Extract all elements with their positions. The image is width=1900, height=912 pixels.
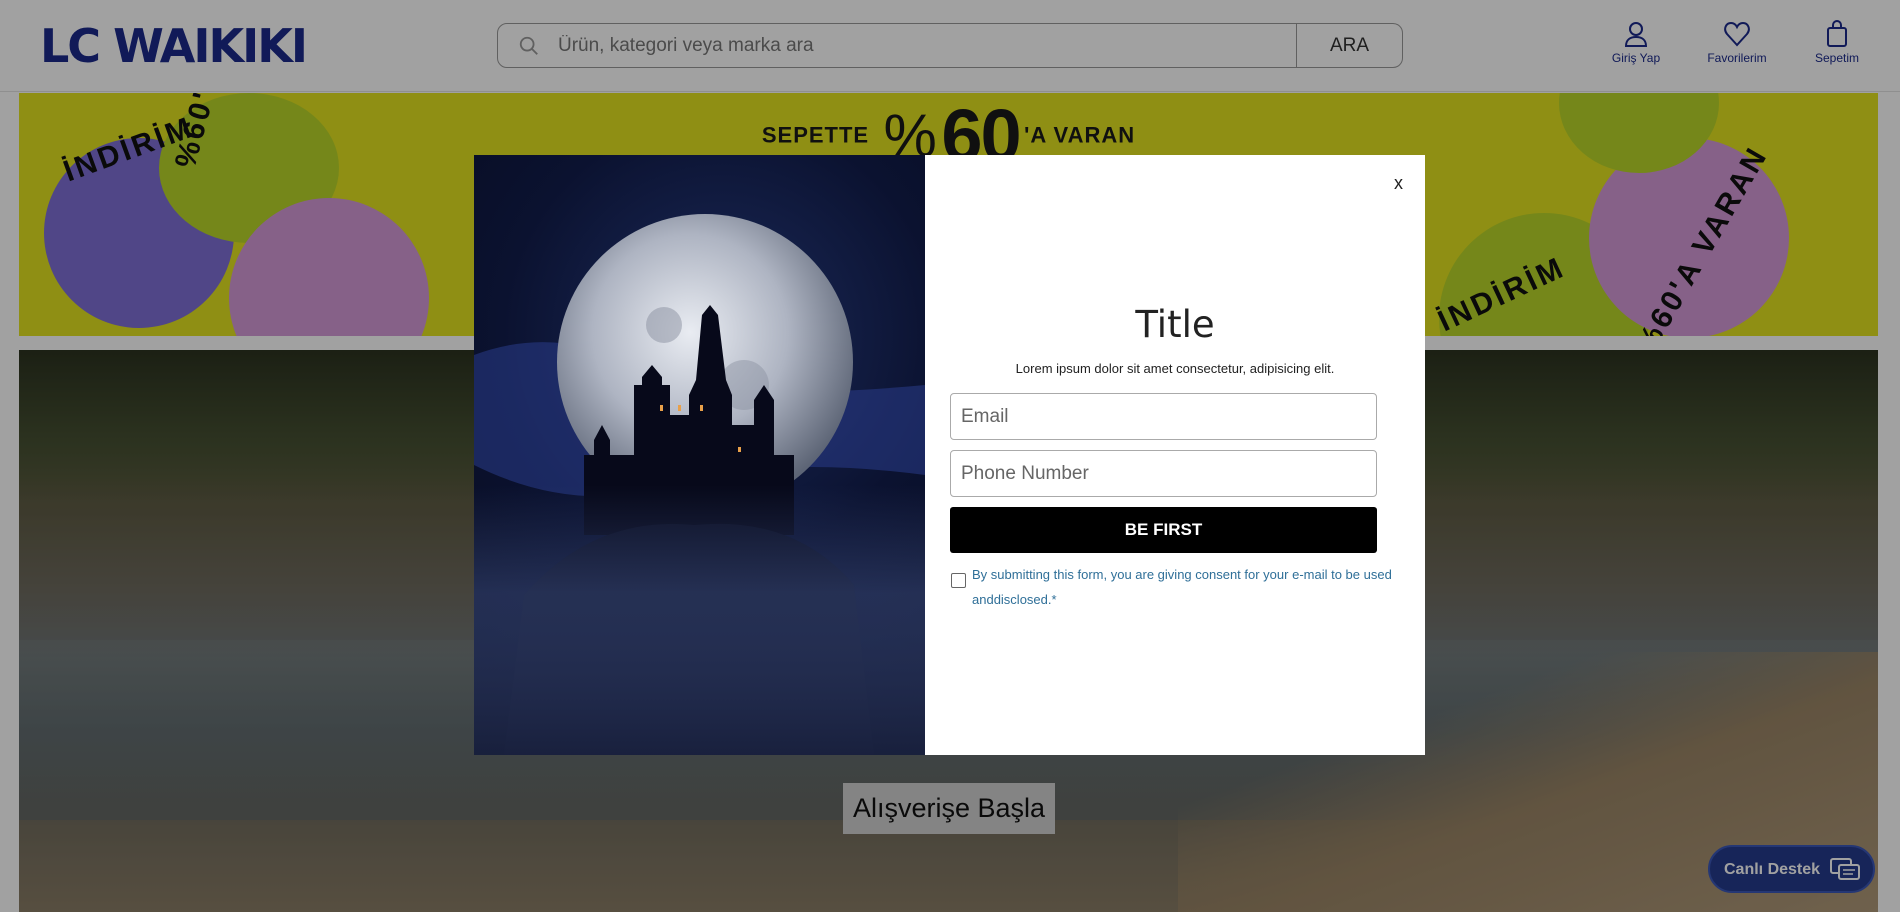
castle-moon-image bbox=[474, 155, 925, 755]
phone-field[interactable] bbox=[950, 450, 1377, 497]
consent-text: By submitting this form, you are giving … bbox=[972, 567, 1392, 607]
consent-checkbox[interactable] bbox=[951, 573, 966, 588]
email-field[interactable] bbox=[950, 393, 1377, 440]
signup-form: Title Lorem ipsum dolor sit amet consect… bbox=[925, 155, 1425, 755]
signup-modal: x Title Lorem ipsum dolor sit amet conse… bbox=[474, 155, 1425, 755]
modal-title: Title bbox=[1135, 303, 1215, 346]
modal-subtitle: Lorem ipsum dolor sit amet consectetur, … bbox=[1015, 361, 1335, 376]
be-first-button[interactable]: BE FIRST bbox=[950, 507, 1377, 553]
